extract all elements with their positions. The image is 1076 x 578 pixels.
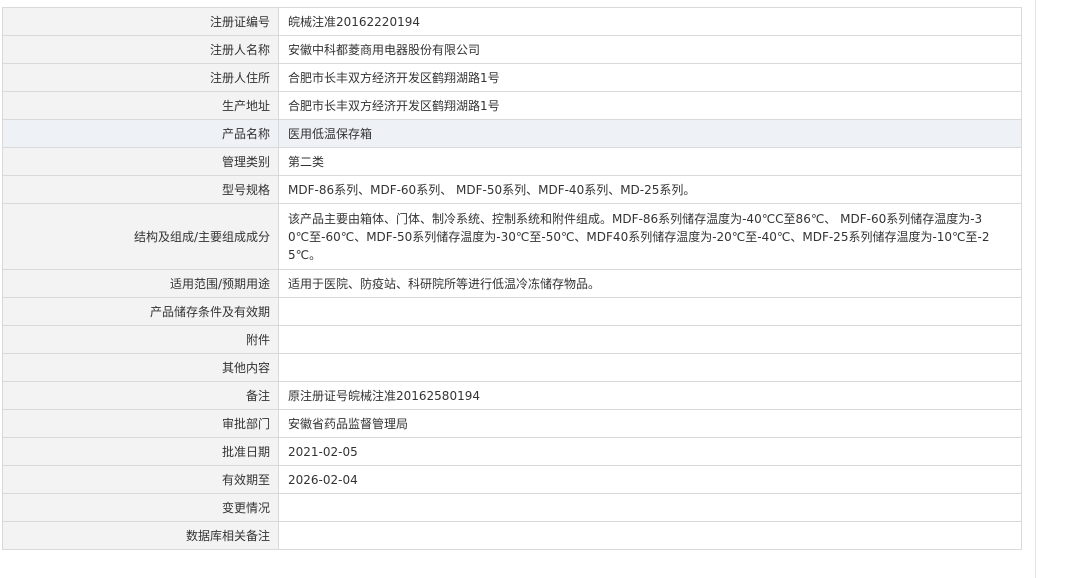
row-value [278, 353, 1022, 382]
row-value: 第二类 [278, 147, 1022, 176]
row-value: 适用于医院、防疫站、科研院所等进行低温冷冻储存物品。 [278, 269, 1022, 298]
table-row-approval-department: 审批部门 安徽省药品监督管理局 [2, 409, 1022, 438]
row-label: 数据库相关备注 [2, 521, 279, 550]
table-row-registrant-name: 注册人名称 安徽中科都菱商用电器股份有限公司 [2, 35, 1022, 64]
page-right-divider [1035, 0, 1036, 578]
registration-detail-table: 注册证编号 皖械注准20162220194 注册人名称 安徽中科都菱商用电器股份… [2, 7, 1022, 550]
table-row-structure-composition: 结构及组成/主要组成成分 该产品主要由箱体、门体、制冷系统、控制系统和附件组成。… [2, 203, 1022, 270]
row-label: 注册人住所 [2, 63, 279, 92]
row-label: 审批部门 [2, 409, 279, 438]
table-row-approval-date: 批准日期 2021-02-05 [2, 437, 1022, 466]
row-label: 附件 [2, 325, 279, 354]
row-label: 注册证编号 [2, 7, 279, 36]
table-row-remarks: 备注 原注册证号皖械注准20162580194 [2, 381, 1022, 410]
table-row-valid-until: 有效期至 2026-02-04 [2, 465, 1022, 494]
table-row-database-remarks: 数据库相关备注 [2, 521, 1022, 550]
row-label: 产品名称 [2, 119, 279, 148]
row-value: 合肥市长丰双方经济开发区鹤翔湖路1号 [278, 91, 1022, 120]
row-label: 注册人名称 [2, 35, 279, 64]
row-label: 管理类别 [2, 147, 279, 176]
row-label: 型号规格 [2, 175, 279, 204]
row-label: 批准日期 [2, 437, 279, 466]
table-row-production-address: 生产地址 合肥市长丰双方经济开发区鹤翔湖路1号 [2, 91, 1022, 120]
row-label: 有效期至 [2, 465, 279, 494]
table-row-attachments: 附件 [2, 325, 1022, 354]
row-value: 2026-02-04 [278, 465, 1022, 494]
row-value: MDF-86系列、MDF-60系列、 MDF-50系列、MDF-40系列、MD-… [278, 175, 1022, 204]
row-value: 皖械注准20162220194 [278, 7, 1022, 36]
table-row-intended-use: 适用范围/预期用途 适用于医院、防疫站、科研院所等进行低温冷冻储存物品。 [2, 269, 1022, 298]
row-value [278, 493, 1022, 522]
row-label: 适用范围/预期用途 [2, 269, 279, 298]
row-value: 安徽中科都菱商用电器股份有限公司 [278, 35, 1022, 64]
table-row-product-name: 产品名称 医用低温保存箱 [2, 119, 1022, 148]
table-row-other-content: 其他内容 [2, 353, 1022, 382]
row-label: 产品储存条件及有效期 [2, 297, 279, 326]
table-row-storage-conditions: 产品储存条件及有效期 [2, 297, 1022, 326]
row-value: 该产品主要由箱体、门体、制冷系统、控制系统和附件组成。MDF-86系列储存温度为… [278, 203, 1022, 270]
table-row-registration-number: 注册证编号 皖械注准20162220194 [2, 7, 1022, 36]
table-row-model-spec: 型号规格 MDF-86系列、MDF-60系列、 MDF-50系列、MDF-40系… [2, 175, 1022, 204]
row-value [278, 297, 1022, 326]
row-label: 变更情况 [2, 493, 279, 522]
row-value: 医用低温保存箱 [278, 119, 1022, 148]
table-row-change-history: 变更情况 [2, 493, 1022, 522]
row-label: 结构及组成/主要组成成分 [2, 203, 279, 270]
row-value: 2021-02-05 [278, 437, 1022, 466]
registration-detail-page: 注册证编号 皖械注准20162220194 注册人名称 安徽中科都菱商用电器股份… [0, 0, 1076, 578]
table-row-registrant-address: 注册人住所 合肥市长丰双方经济开发区鹤翔湖路1号 [2, 63, 1022, 92]
row-label: 生产地址 [2, 91, 279, 120]
row-label: 备注 [2, 381, 279, 410]
row-value: 合肥市长丰双方经济开发区鹤翔湖路1号 [278, 63, 1022, 92]
row-label: 其他内容 [2, 353, 279, 382]
row-value [278, 521, 1022, 550]
row-value: 原注册证号皖械注准20162580194 [278, 381, 1022, 410]
row-value: 安徽省药品监督管理局 [278, 409, 1022, 438]
table-row-management-category: 管理类别 第二类 [2, 147, 1022, 176]
row-value [278, 325, 1022, 354]
